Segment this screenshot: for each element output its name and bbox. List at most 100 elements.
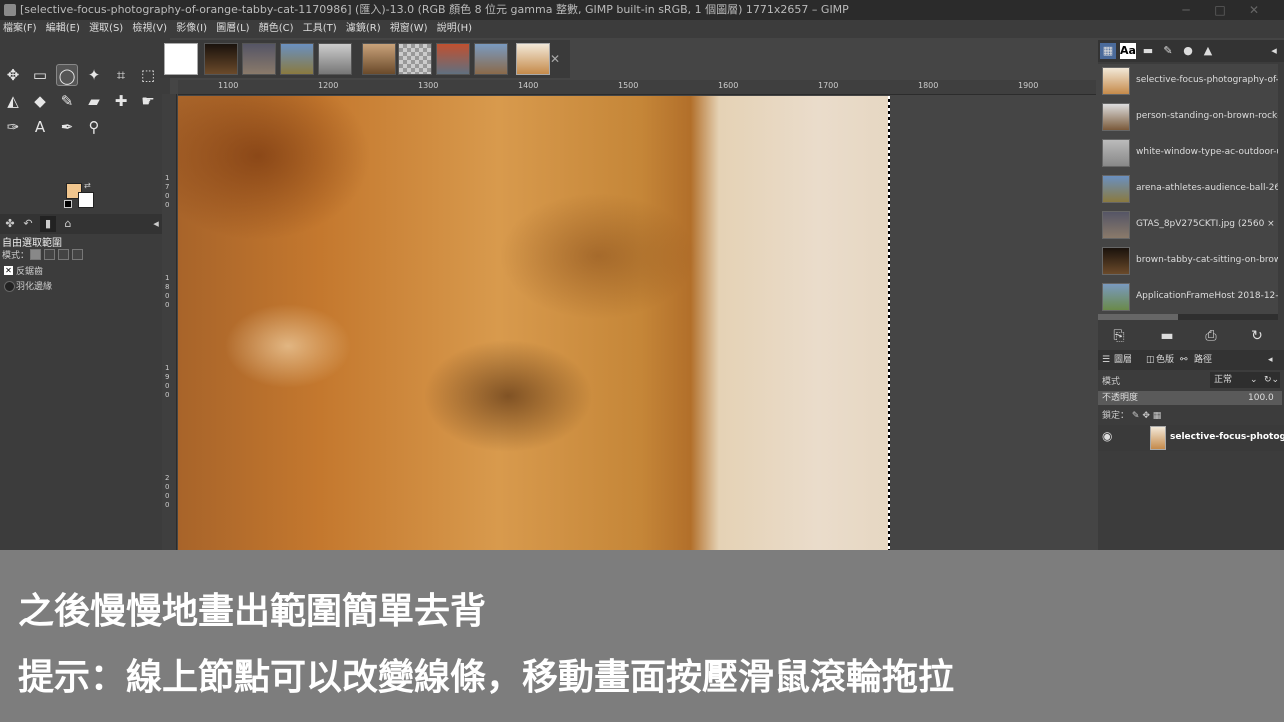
raise-view-button[interactable]: ▬: [1156, 326, 1178, 346]
histogram-tab-icon[interactable]: ▲: [1200, 43, 1216, 59]
layer-mode-select[interactable]: 正常 ⌄ ↻⌄: [1210, 372, 1280, 388]
patterns-tab-icon[interactable]: ▬: [1140, 43, 1156, 59]
mode-label: 模式: [1102, 377, 1121, 387]
warp-tool-icon[interactable]: ◭: [2, 90, 24, 112]
menu-filters[interactable]: 濾鏡(R): [343, 20, 384, 38]
close-icon[interactable]: ✕: [1246, 2, 1262, 18]
ruler-label: 1300: [418, 81, 439, 90]
fuzzy-select-tool-icon[interactable]: ✦: [83, 64, 105, 86]
text-tool-icon[interactable]: A: [29, 116, 51, 138]
image-tab-8[interactable]: [474, 43, 508, 75]
list-item[interactable]: ApplicationFrameHost 2018-12-1: [1098, 280, 1278, 314]
rect-select-tool-icon[interactable]: ▭: [29, 64, 51, 86]
image-tab-blank[interactable]: [164, 43, 198, 75]
ruler-label-1800: 1800: [165, 274, 170, 309]
menu-edit[interactable]: 編輯(E): [43, 20, 83, 38]
paths-tool-icon[interactable]: ✑: [2, 116, 24, 138]
list-item[interactable]: person-standing-on-brown-rock-: [1098, 100, 1278, 134]
dynamics-tab-icon[interactable]: ●: [1180, 43, 1196, 59]
swap-colors-icon[interactable]: ⇄: [84, 181, 91, 190]
images-scrollbar[interactable]: [1098, 314, 1278, 320]
tab-layers[interactable]: 圖層: [1114, 350, 1132, 370]
mode-subtract-button[interactable]: [58, 249, 69, 260]
crop-tool-icon[interactable]: ⌗: [110, 64, 132, 86]
brushes-tab-icon[interactable]: ✎: [1160, 43, 1176, 59]
new-display-button[interactable]: ⎙: [1200, 326, 1222, 346]
menu-view[interactable]: 檢視(V): [129, 20, 170, 38]
heal-tool-icon[interactable]: ✚: [110, 90, 132, 112]
menu-bar: 檔案(F) 編輯(E) 選取(S) 檢視(V) 影像(I) 圖層(L) 顏色(C…: [0, 20, 1284, 38]
mode-replace-button[interactable]: [30, 249, 41, 260]
menu-layer[interactable]: 圖層(L): [213, 20, 252, 38]
menu-tools[interactable]: 工具(T): [300, 20, 340, 38]
close-tab-icon[interactable]: ✕: [550, 52, 560, 66]
image-tab-4[interactable]: [318, 43, 352, 75]
menu-windows[interactable]: 視窗(W): [387, 20, 431, 38]
image-tab-7[interactable]: [436, 43, 470, 75]
image-name: white-window-type-ac-outdoor-u: [1136, 147, 1278, 157]
move-tool-icon[interactable]: ✥: [2, 64, 24, 86]
menu-colors[interactable]: 顏色(C): [256, 20, 297, 38]
eraser-tool-icon[interactable]: ▰: [83, 90, 105, 112]
image-thumbnail: [1102, 175, 1130, 203]
image-tab-icon[interactable]: ▮: [40, 216, 56, 232]
cat-fur-image: [178, 96, 890, 550]
caption-line-2: 提示：線上節點可以改變線條，移動畫面按壓滑鼠滾輪拖拉: [18, 657, 955, 698]
blend-options-icon[interactable]: ↻⌄: [1264, 372, 1279, 388]
list-item[interactable]: arena-athletes-audience-ball-2642: [1098, 172, 1278, 206]
lock-alpha-icon[interactable]: ▦: [1153, 411, 1162, 421]
tab-channels[interactable]: 色版: [1156, 350, 1174, 370]
image-tab-2[interactable]: [242, 43, 276, 75]
mode-add-button[interactable]: [44, 249, 55, 260]
channels-tab-icon[interactable]: ◫: [1146, 350, 1155, 370]
mode-intersect-button[interactable]: [72, 249, 83, 260]
maximize-icon[interactable]: □: [1212, 2, 1228, 18]
lock-pixels-icon[interactable]: ✎: [1132, 411, 1140, 421]
opacity-slider[interactable]: 不透明度 100.0: [1098, 391, 1282, 405]
menu-image[interactable]: 影像(I): [173, 20, 210, 38]
image-canvas[interactable]: [178, 96, 890, 550]
menu-select[interactable]: 選取(S): [86, 20, 126, 38]
menu-file[interactable]: 檔案(F): [0, 20, 40, 38]
list-item[interactable]: GTAS_8pV275CKTI.jpg (2560 ×: [1098, 208, 1278, 242]
transform-tool-icon[interactable]: ⬚: [137, 64, 159, 86]
zoom-tool-icon[interactable]: ⚲: [83, 116, 105, 138]
list-item[interactable]: selective-focus-photography-of-o: [1098, 64, 1278, 98]
dock-menu-icon[interactable]: ◂: [1266, 43, 1282, 59]
image-tab-3[interactable]: [280, 43, 314, 75]
default-colors-icon[interactable]: [64, 200, 72, 208]
menu-help[interactable]: 說明(H): [434, 20, 475, 38]
feather-toggle[interactable]: [4, 281, 15, 292]
image-tab-active-cat[interactable]: [516, 43, 550, 75]
free-select-tool-icon[interactable]: ◯: [56, 64, 78, 86]
refresh-button[interactable]: ↻: [1246, 326, 1268, 346]
image-tab-5[interactable]: [362, 43, 396, 75]
ruler-label: 1700: [818, 81, 839, 90]
undo-history-icon[interactable]: ↶: [20, 216, 36, 232]
layer-row[interactable]: ◉ selective-focus-photogra: [1098, 425, 1284, 451]
antialias-checkbox[interactable]: ✕: [4, 266, 13, 275]
fonts-tab-icon[interactable]: Aa: [1120, 43, 1136, 59]
tool-options-icon[interactable]: ✤: [2, 216, 18, 232]
list-item[interactable]: white-window-type-ac-outdoor-u: [1098, 136, 1278, 170]
minimize-icon[interactable]: ─: [1178, 2, 1194, 18]
open-image-button[interactable]: ⎘: [1108, 326, 1130, 346]
tab-paths[interactable]: 路徑: [1194, 350, 1212, 370]
lock-position-icon[interactable]: ✥: [1142, 411, 1150, 421]
ruler-label: 1400: [518, 81, 539, 90]
layer-thumbnail: [1150, 426, 1166, 450]
paintbrush-tool-icon[interactable]: ✎: [56, 90, 78, 112]
images-tab-icon[interactable]: ▦: [1100, 43, 1116, 59]
paths-tab-icon[interactable]: ⚯: [1180, 350, 1188, 370]
bucket-fill-tool-icon[interactable]: ◆: [29, 90, 51, 112]
background-color-swatch[interactable]: [78, 192, 94, 208]
image-tab-6[interactable]: [398, 43, 432, 75]
templates-icon[interactable]: ⌂: [60, 216, 76, 232]
layers-tab-icon[interactable]: ☰: [1102, 350, 1110, 370]
visibility-eye-icon[interactable]: ◉: [1102, 429, 1112, 443]
image-tab-cat-dark[interactable]: [204, 43, 238, 75]
color-picker-tool-icon[interactable]: ✒: [56, 116, 78, 138]
list-item[interactable]: brown-tabby-cat-sitting-on-brow: [1098, 244, 1278, 278]
smudge-tool-icon[interactable]: ☛: [137, 90, 159, 112]
layers-menu-icon[interactable]: ◂: [1268, 350, 1273, 370]
